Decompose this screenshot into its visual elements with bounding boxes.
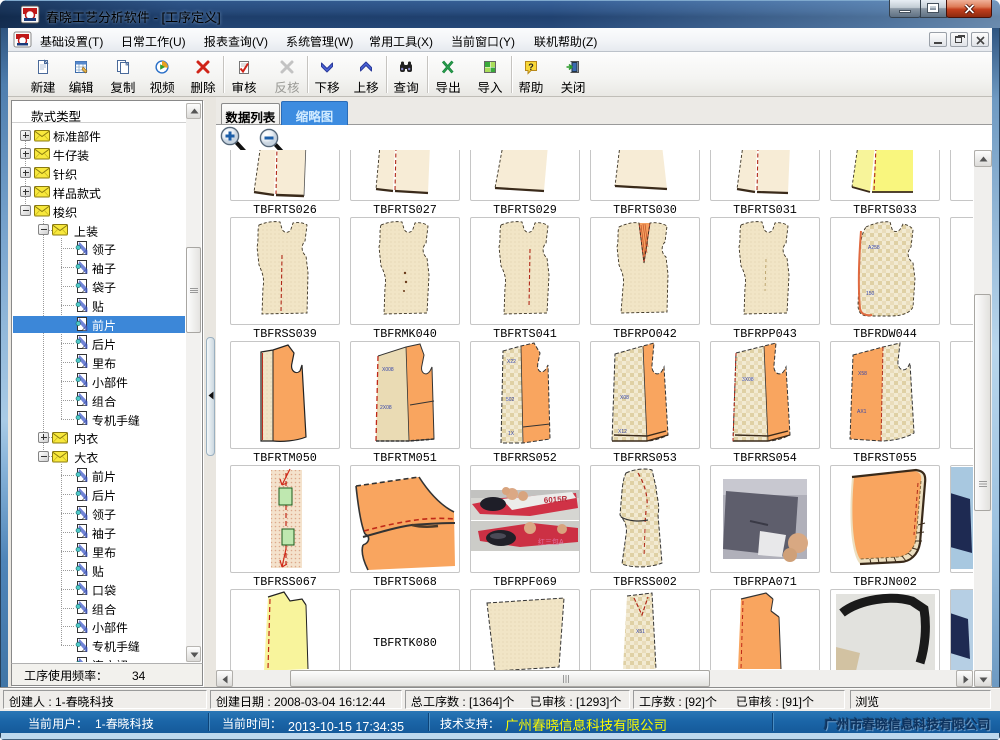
svg-text:6015R: 6015R: [544, 494, 568, 505]
svg-text:AX1: AX1: [857, 409, 867, 415]
svg-text:TBFRTK080: TBFRTK080: [373, 636, 437, 650]
svg-text:X008: X008: [382, 367, 394, 373]
svg-text:1X: 1X: [508, 431, 515, 437]
svg-text:红三包A: 红三包A: [538, 537, 564, 546]
svg-text:X58: X58: [858, 371, 867, 377]
svg-text:X12: X12: [618, 429, 627, 435]
svg-text:150: 150: [866, 291, 875, 297]
svg-text:502: 502: [506, 397, 515, 403]
svg-text:X08: X08: [620, 395, 629, 401]
svg-text:X22: X22: [507, 359, 516, 365]
svg-text:A258: A258: [868, 245, 880, 251]
svg-text:X51: X51: [636, 629, 645, 635]
svg-text:3X08: 3X08: [742, 377, 754, 383]
svg-text:?: ?: [528, 62, 534, 72]
svg-text:2X08: 2X08: [380, 405, 392, 411]
